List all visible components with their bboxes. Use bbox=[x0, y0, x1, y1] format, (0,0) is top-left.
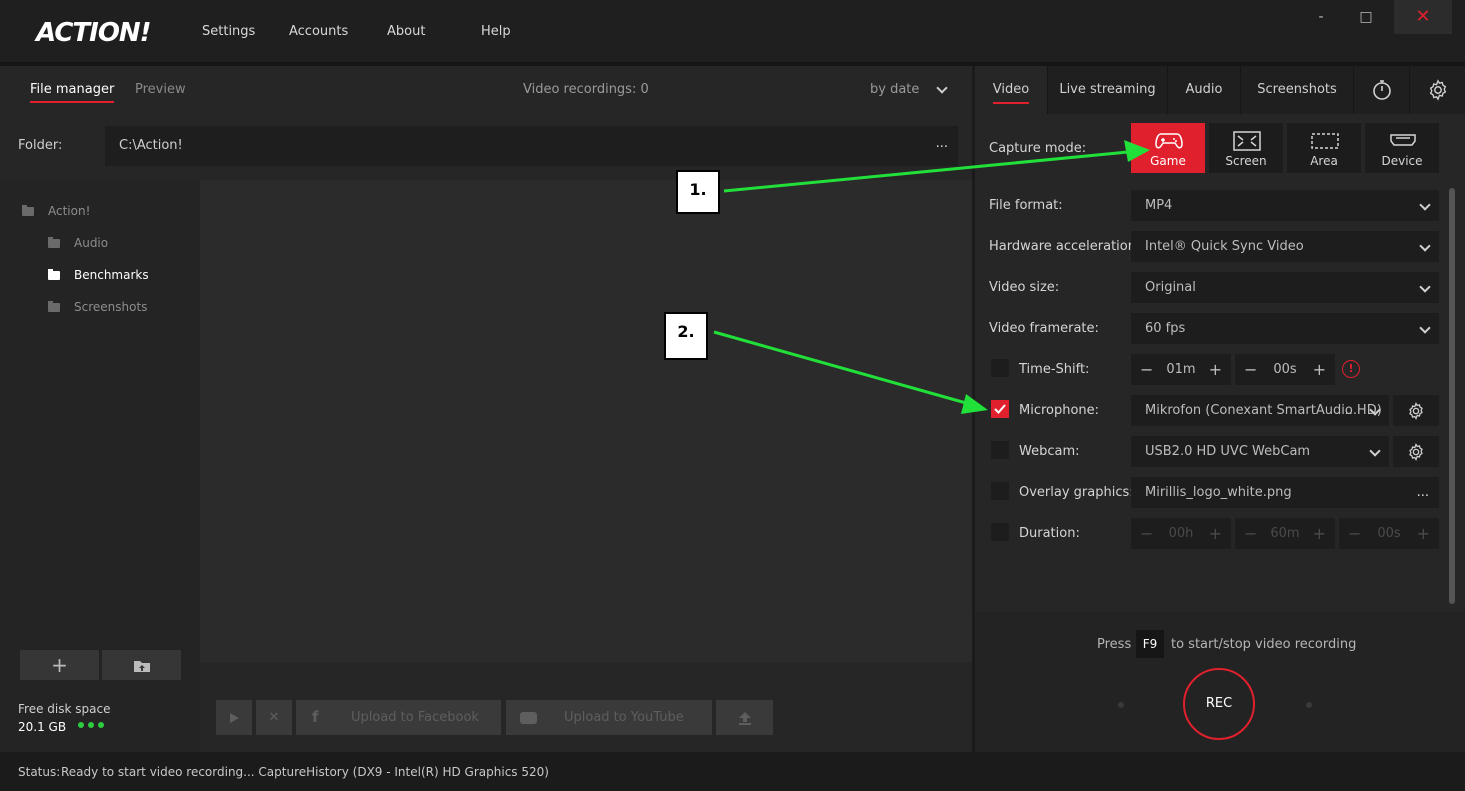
annotation-arrows bbox=[713, 140, 1150, 414]
callout-2: 2. bbox=[664, 312, 708, 360]
callout-1: 1. bbox=[676, 170, 720, 214]
